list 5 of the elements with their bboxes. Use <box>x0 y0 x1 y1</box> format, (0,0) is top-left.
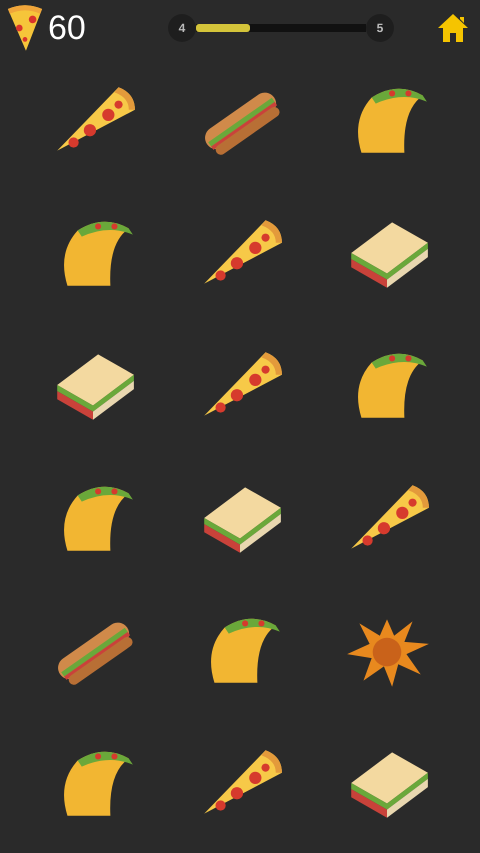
score-count: 60 <box>48 8 86 48</box>
current-level-badge: 4 <box>168 14 196 42</box>
pizza-slice-icon <box>6 3 44 53</box>
home-icon[interactable] <box>436 11 470 45</box>
next-level-badge: 5 <box>366 14 394 42</box>
